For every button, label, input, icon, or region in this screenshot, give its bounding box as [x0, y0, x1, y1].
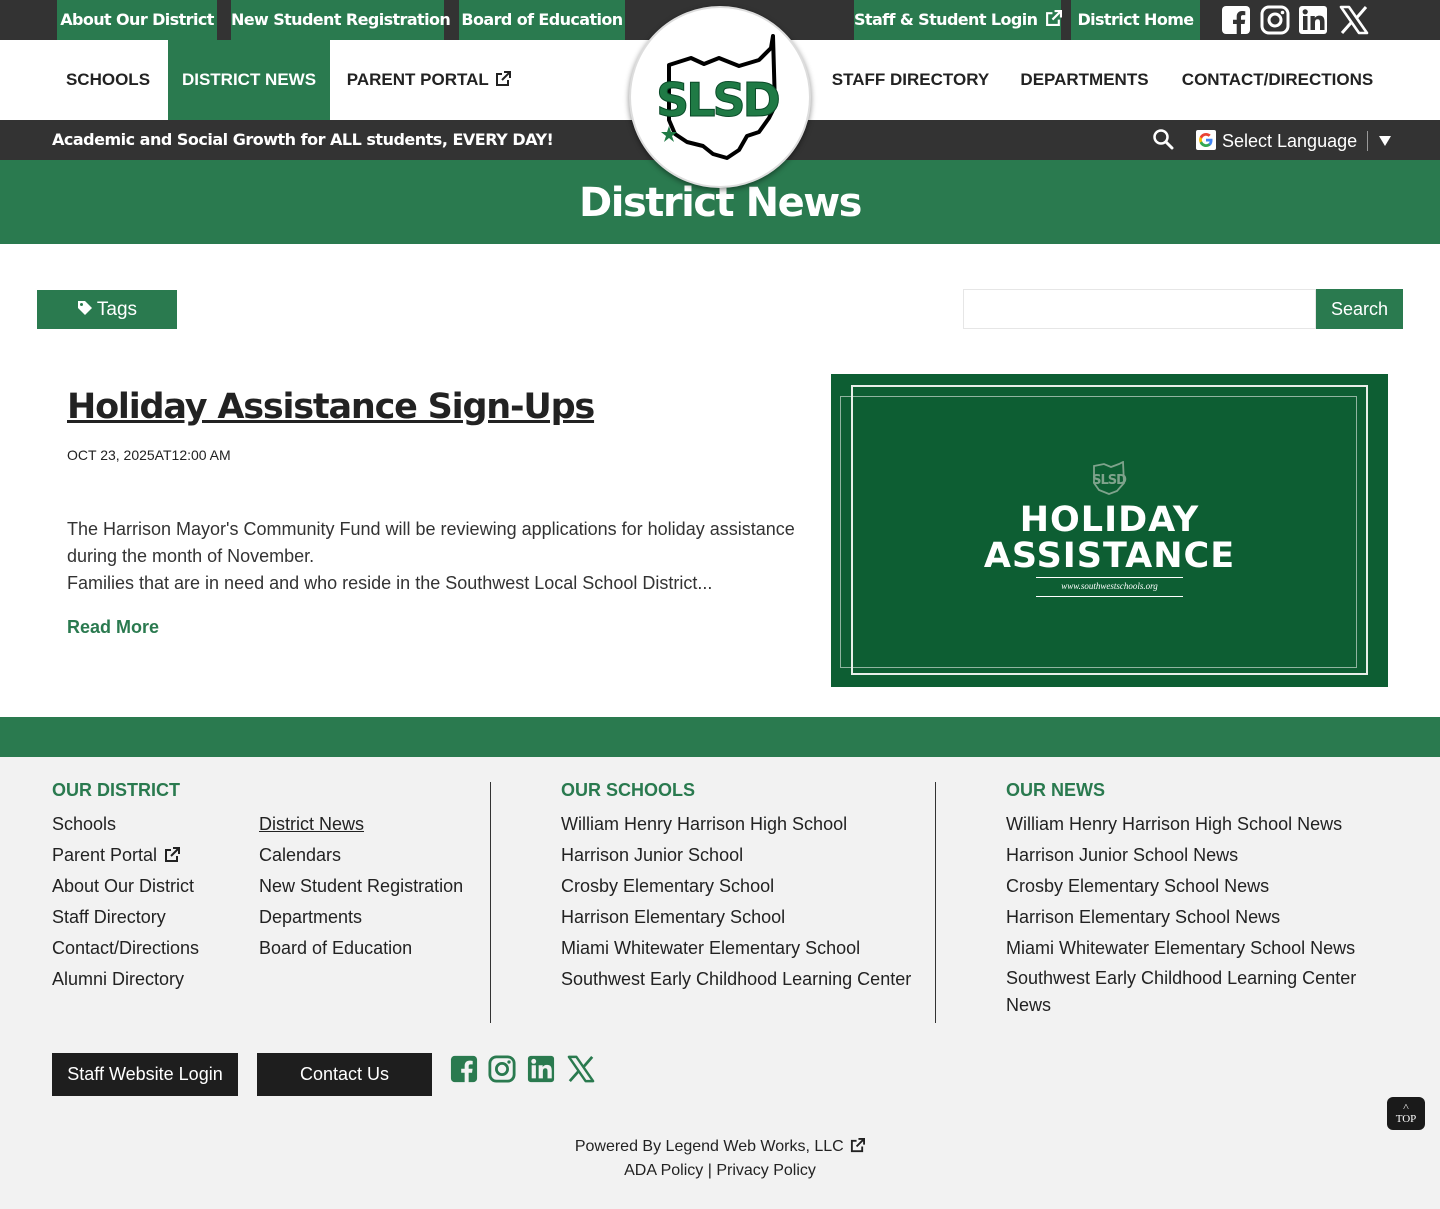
svg-text:SLSD: SLSD: [1092, 473, 1127, 488]
dropdown-arrow-icon: [1379, 136, 1392, 146]
divider: [1036, 596, 1183, 597]
district-home-link[interactable]: District Home: [1071, 0, 1200, 40]
tags-label: Tags: [96, 299, 138, 320]
staff-student-login-label: Staff & Student Login: [854, 10, 1038, 29]
new-student-registration-link[interactable]: New Student Registration: [231, 0, 451, 40]
footer-school-link[interactable]: Miami Whitewater Elementary School: [561, 937, 860, 959]
district-logo[interactable]: SLSD: [629, 6, 811, 188]
footer-school-link[interactable]: Harrison Elementary School: [561, 906, 785, 928]
tag-icon: [77, 301, 92, 315]
footer-link-district-news[interactable]: District News: [259, 813, 364, 835]
instagram-icon[interactable]: [1260, 5, 1290, 35]
footer-link-registration[interactable]: New Student Registration: [259, 875, 463, 897]
footer-school-link[interactable]: Harrison Junior School: [561, 844, 743, 866]
article-title[interactable]: Holiday Assistance Sign-Ups: [67, 387, 595, 427]
article-featured-image[interactable]: SLSD HOLIDAY ASSISTANCE www.southwestsch…: [831, 374, 1388, 687]
footer-link-staff-directory[interactable]: Staff Directory: [52, 906, 166, 928]
slsd-watermark-icon: SLSD: [1092, 461, 1128, 495]
nav-schools[interactable]: SCHOOLS: [52, 40, 164, 120]
excerpt-line: Families that are in need and who reside…: [67, 573, 713, 593]
powered-by-label: Powered By Legend Web Works, LLC: [574, 1138, 844, 1155]
staff-student-login-link[interactable]: Staff & Student Login: [854, 0, 1063, 40]
logo-text: SLSD: [656, 73, 779, 127]
external-link-icon: [496, 71, 512, 86]
x-icon[interactable]: [1339, 5, 1369, 35]
tags-button[interactable]: Tags: [37, 290, 177, 329]
footer-news-link-line: Southwest Early Childhood Learning Cente…: [1006, 968, 1357, 988]
footer-school-link[interactable]: William Henry Harrison High School: [561, 813, 847, 835]
article-date: OCT 23, 2025AT12:00 AM: [67, 447, 231, 463]
footer-divider: [935, 782, 936, 1023]
search-button[interactable]: Search: [1316, 289, 1403, 329]
facebook-icon[interactable]: [1221, 5, 1251, 35]
footer-link-board[interactable]: Board of Education: [259, 937, 412, 959]
footer-news-link[interactable]: Southwest Early Childhood Learning Cente…: [1006, 965, 1356, 1019]
linkedin-icon[interactable]: [1298, 5, 1328, 35]
language-label: Select Language: [1222, 131, 1358, 151]
footer-link-departments[interactable]: Departments: [259, 906, 362, 928]
footer-accent-strip: [0, 717, 1440, 757]
footer-news-link[interactable]: Crosby Elementary School News: [1006, 875, 1269, 897]
privacy-policy-link[interactable]: Privacy Policy: [716, 1162, 816, 1179]
back-to-top-label: TOP: [1395, 1113, 1417, 1125]
external-link-icon: [851, 1138, 866, 1153]
footer-school-link[interactable]: Southwest Early Childhood Learning Cente…: [561, 968, 911, 990]
staff-website-login-button[interactable]: Staff Website Login: [52, 1053, 238, 1096]
footer-heading-schools: OUR SCHOOLS: [561, 780, 696, 800]
footer-news-link[interactable]: Harrison Elementary School News: [1006, 906, 1280, 928]
linkedin-icon[interactable]: [527, 1055, 555, 1083]
footer-news-link[interactable]: Harrison Junior School News: [1006, 844, 1238, 866]
article-excerpt: The Harrison Mayor's Community Fund will…: [67, 516, 807, 597]
footer-heading-district: OUR DISTRICT: [52, 780, 180, 800]
image-headline-line2: ASSISTANCE: [983, 536, 1236, 576]
instagram-icon[interactable]: [488, 1055, 516, 1083]
nav-district-news[interactable]: DISTRICT NEWS: [168, 40, 330, 120]
external-link-icon: [1046, 10, 1063, 26]
ohio-state-logo: SLSD: [656, 34, 782, 160]
google-icon: [1196, 130, 1216, 150]
ada-policy-link[interactable]: ADA Policy: [624, 1162, 703, 1179]
excerpt-line: The Harrison Mayor's Community Fund will…: [67, 519, 795, 539]
nav-parent-portal[interactable]: PARENT PORTAL: [336, 40, 522, 120]
board-of-education-link[interactable]: Board of Education: [459, 0, 625, 40]
read-more-link[interactable]: Read More: [67, 617, 159, 638]
policy-separator: |: [707, 1162, 712, 1179]
footer-news-link[interactable]: Miami Whitewater Elementary School News: [1006, 937, 1355, 959]
footer-news-link-line: News: [1006, 995, 1052, 1015]
footer-news-link[interactable]: William Henry Harrison High School News: [1006, 813, 1342, 835]
footer-link-parent-portal[interactable]: Parent Portal: [52, 844, 181, 866]
powered-by[interactable]: Powered By Legend Web Works, LLC: [0, 1138, 1440, 1156]
footer-link-alumni[interactable]: Alumni Directory: [52, 968, 184, 990]
up-arrow-icon: ˄: [1402, 1101, 1410, 1113]
footer-link-contact[interactable]: Contact/Directions: [52, 937, 199, 959]
divider: [1367, 131, 1369, 151]
about-district-link[interactable]: About Our District: [57, 0, 217, 40]
footer-heading-news: OUR NEWS: [1006, 780, 1105, 800]
external-link-icon: [165, 847, 181, 862]
nav-parent-portal-label: PARENT PORTAL: [346, 70, 489, 89]
x-icon[interactable]: [567, 1055, 595, 1083]
footer-school-link[interactable]: Crosby Elementary School: [561, 875, 774, 897]
footer-link-about[interactable]: About Our District: [52, 875, 194, 897]
nav-departments[interactable]: DEPARTMENTS: [1007, 40, 1162, 120]
image-headline-line1: HOLIDAY: [1019, 500, 1200, 540]
back-to-top-button[interactable]: ˄ TOP: [1387, 1097, 1425, 1130]
contact-us-button[interactable]: Contact Us: [257, 1053, 432, 1096]
divider: [1036, 577, 1183, 578]
footer-link-label: Parent Portal: [52, 845, 158, 865]
footer-link-schools[interactable]: Schools: [52, 813, 116, 835]
policy-links: ADA Policy | Privacy Policy: [0, 1162, 1440, 1180]
footer-divider: [490, 782, 491, 1023]
nav-staff-directory[interactable]: STAFF DIRECTORY: [820, 40, 1001, 120]
footer-link-calendars[interactable]: Calendars: [259, 844, 341, 866]
image-url-text: www.southwestschools.org: [1061, 581, 1158, 591]
facebook-icon[interactable]: [450, 1055, 478, 1083]
nav-contact-directions[interactable]: CONTACT/DIRECTIONS: [1168, 40, 1387, 120]
excerpt-line: during the month of November.: [67, 546, 315, 566]
language-selector[interactable]: Select Language: [1196, 130, 1392, 152]
search-icon[interactable]: [1152, 128, 1174, 150]
district-tagline: Academic and Social Growth for ALL stude…: [52, 130, 554, 149]
search-input[interactable]: [963, 289, 1316, 329]
image-headline: HOLIDAY ASSISTANCE: [951, 502, 1268, 574]
